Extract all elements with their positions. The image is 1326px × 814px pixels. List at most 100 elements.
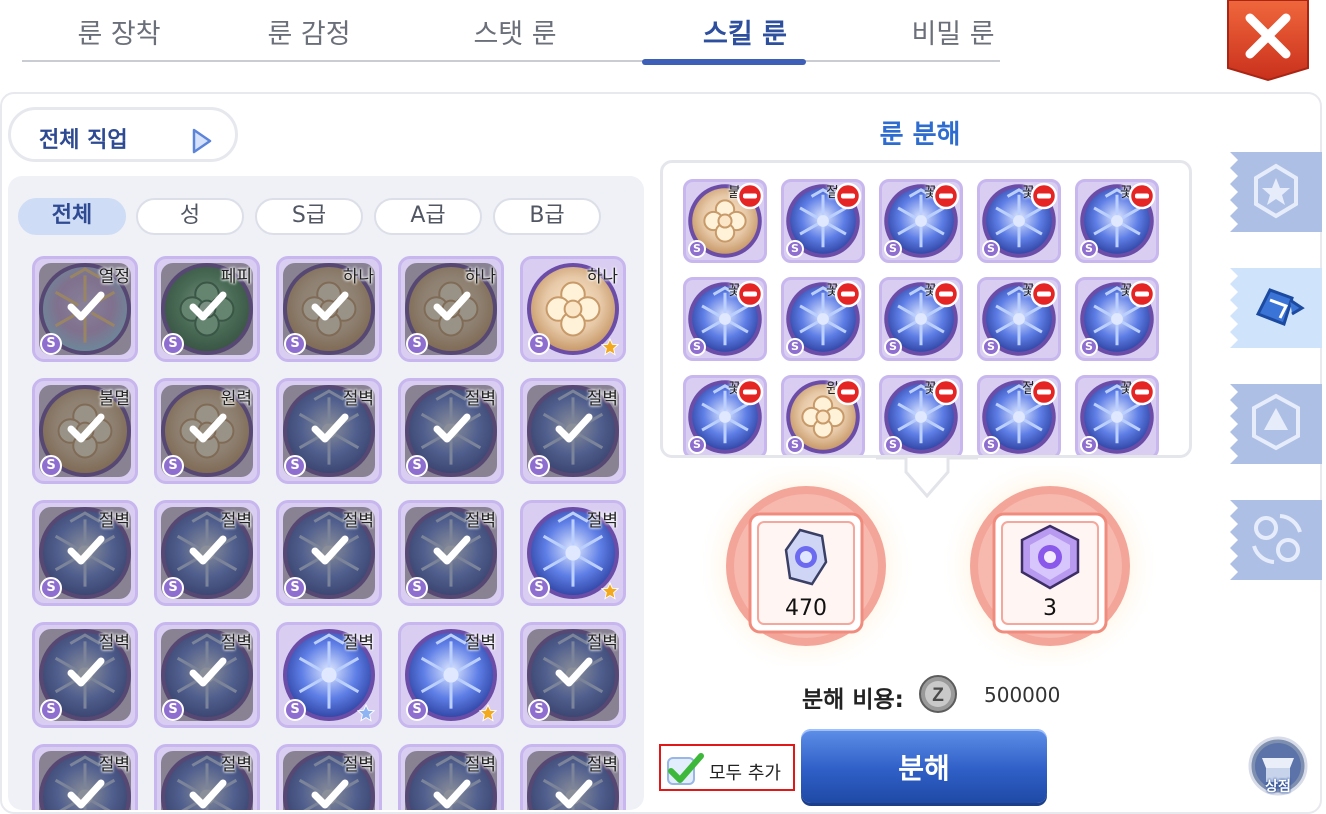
rune-item[interactable]: 원력 S — [154, 378, 260, 484]
decompose-button-label: 분해 — [898, 752, 950, 785]
filter-all[interactable]: 전체 — [18, 198, 126, 235]
rune-item[interactable]: 절벽S — [154, 744, 260, 810]
filter-s-grade[interactable]: S급 — [255, 198, 363, 235]
remove-icon[interactable] — [932, 182, 960, 210]
selected-rune[interactable]: 꽃S — [879, 179, 963, 263]
remove-icon[interactable] — [834, 182, 862, 210]
check-icon — [555, 657, 593, 687]
check-icon — [67, 535, 105, 565]
rune-tag: 절벽 — [586, 511, 618, 531]
selected-rune[interactable]: 원S — [781, 375, 865, 455]
grade-badge: S — [162, 699, 184, 721]
side-tab-rune-exchange[interactable] — [1230, 500, 1322, 580]
grade-badge: S — [982, 240, 1000, 258]
rune-item[interactable]: 절벽S — [276, 500, 382, 606]
grade-badge: S — [528, 333, 550, 355]
tab-stat-rune[interactable]: 스탯 룬 — [420, 12, 610, 51]
rune-item[interactable]: 절벽S — [276, 378, 382, 484]
job-filter-button[interactable]: 전체 직업 — [8, 107, 238, 162]
selected-rune[interactable]: 절S — [977, 375, 1061, 455]
rune-item[interactable]: 절벽S — [398, 378, 504, 484]
grade-badge: S — [1080, 240, 1098, 258]
rune-tag: 절벽 — [464, 633, 496, 653]
rune-item[interactable]: 절벽S — [520, 744, 626, 810]
rune-tag: 절벽 — [98, 633, 130, 653]
filter-b-grade[interactable]: B급 — [493, 198, 601, 235]
grade-badge: S — [406, 455, 428, 477]
remove-icon[interactable] — [1128, 280, 1156, 308]
tab-rune-equip[interactable]: 룬 장착 — [24, 12, 214, 51]
grade-badge: S — [406, 333, 428, 355]
selected-rune[interactable]: 꽃S — [1075, 179, 1159, 263]
remove-icon[interactable] — [1030, 280, 1058, 308]
tab-secret-rune[interactable]: 비밀 룬 — [858, 12, 1048, 51]
rune-item[interactable]: 열정 S — [32, 256, 138, 362]
rune-tag: 절벽 — [98, 755, 130, 775]
filter-a-grade[interactable]: A급 — [374, 198, 482, 235]
remove-icon[interactable] — [736, 280, 764, 308]
grade-badge: S — [40, 455, 62, 477]
tab-skill-rune[interactable]: 스킬 룬 — [650, 12, 840, 51]
add-all-checkbox[interactable]: 모두 추가 — [659, 744, 795, 791]
rune-item[interactable]: 하나 S — [276, 256, 382, 362]
remove-icon[interactable] — [1128, 378, 1156, 406]
filter-star[interactable]: 성 — [136, 198, 244, 235]
side-tab-rune-decompose[interactable] — [1230, 268, 1322, 348]
close-button[interactable] — [1226, 0, 1310, 82]
rune-item[interactable]: 절벽 S — [154, 622, 260, 728]
selected-rune[interactable]: 꽃S — [977, 179, 1061, 263]
rune-item[interactable]: 페피 S — [154, 256, 260, 362]
rune-tag: 절벽 — [220, 511, 252, 531]
grade-badge: S — [1080, 436, 1098, 454]
side-tab-rune-compose[interactable] — [1230, 384, 1322, 464]
rune-shard-icon — [784, 528, 828, 586]
decompose-button[interactable]: 분해 — [801, 729, 1047, 803]
rune-item[interactable]: 불멸 S — [32, 378, 138, 484]
remove-icon[interactable] — [736, 378, 764, 406]
selected-rune[interactable]: 꽃S — [1075, 375, 1159, 455]
selected-rune[interactable]: 꽃S — [879, 277, 963, 361]
rune-item[interactable]: 절벽S — [398, 622, 504, 728]
grade-badge: S — [406, 577, 428, 599]
check-icon — [67, 779, 105, 809]
selected-rune[interactable]: 꽃S — [879, 375, 963, 455]
side-tab-rune-upgrade[interactable] — [1230, 152, 1322, 232]
rune-item[interactable]: 절벽S — [32, 500, 138, 606]
grade-badge: S — [786, 338, 804, 356]
rune-tag: 불멸 — [98, 389, 130, 409]
remove-icon[interactable] — [1030, 378, 1058, 406]
rune-item[interactable]: 절벽S — [398, 500, 504, 606]
remove-icon[interactable] — [1030, 182, 1058, 210]
selected-rune[interactable]: 꽃S — [781, 277, 865, 361]
rune-item[interactable]: 절벽S — [276, 622, 382, 728]
remove-icon[interactable] — [932, 378, 960, 406]
remove-icon[interactable] — [834, 280, 862, 308]
rune-item[interactable]: 절벽S — [32, 744, 138, 810]
selected-rune[interactable]: 꽃S — [977, 277, 1061, 361]
rune-tag: 절벽 — [220, 633, 252, 653]
rune-item[interactable]: 절벽S — [520, 378, 626, 484]
grade-badge: S — [40, 333, 62, 355]
check-icon — [433, 291, 471, 321]
selected-rune[interactable]: 절S — [781, 179, 865, 263]
rune-item[interactable]: 절벽S — [398, 744, 504, 810]
selected-rune[interactable]: 꽃S — [683, 375, 767, 455]
remove-icon[interactable] — [736, 182, 764, 210]
rune-item[interactable]: 절벽S — [276, 744, 382, 810]
remove-icon[interactable] — [834, 378, 862, 406]
selected-rune[interactable]: 불S — [683, 179, 767, 263]
rune-item[interactable]: 하나 S — [398, 256, 504, 362]
rune-item[interactable]: 하나 S — [520, 256, 626, 362]
grade-badge: S — [786, 436, 804, 454]
rune-tag: 절벽 — [586, 389, 618, 409]
rune-item[interactable]: 절벽S — [154, 500, 260, 606]
remove-icon[interactable] — [932, 280, 960, 308]
shop-button[interactable]: 상점 — [1248, 736, 1308, 798]
remove-icon[interactable] — [1128, 182, 1156, 210]
rune-item[interactable]: 절벽S — [520, 500, 626, 606]
selected-rune[interactable]: 꽃S — [683, 277, 767, 361]
rune-item[interactable]: 절벽S — [520, 622, 626, 728]
tab-rune-appraise[interactable]: 룬 감정 — [214, 12, 404, 51]
selected-rune[interactable]: 꽃S — [1075, 277, 1159, 361]
rune-item[interactable]: 절벽S — [32, 622, 138, 728]
